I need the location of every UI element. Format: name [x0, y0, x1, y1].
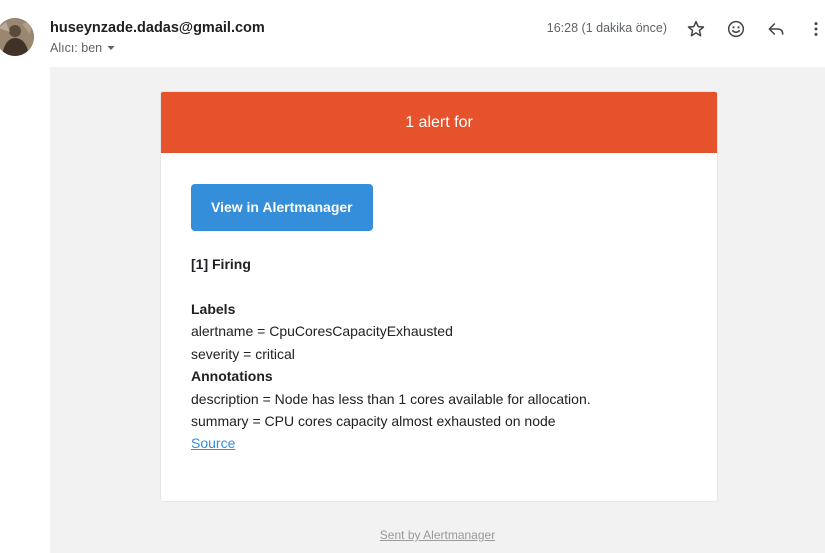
alert-card: 1 alert for View in Alertmanager [1] Fir… — [160, 91, 718, 502]
labels-heading: Labels — [191, 301, 236, 317]
message-body: 1 alert for View in Alertmanager [1] Fir… — [50, 67, 825, 553]
recipient-label: Alıcı: ben — [50, 41, 103, 55]
more-vert-icon[interactable] — [804, 17, 825, 41]
annotation-summary: summary = CPU cores capacity almost exha… — [191, 413, 556, 430]
emoji-icon[interactable] — [724, 17, 748, 41]
chevron-down-icon — [106, 43, 116, 53]
alert-banner-text: 1 alert for — [405, 113, 473, 131]
email-footer: Sent by Alertmanager — [50, 528, 825, 542]
view-in-alertmanager-button[interactable]: View in Alertmanager — [191, 184, 373, 231]
alert-banner: 1 alert for — [161, 92, 717, 153]
alert-content: View in Alertmanager [1] Firing Labels a… — [161, 153, 717, 455]
reply-icon[interactable] — [764, 17, 788, 41]
firing-heading: [1] Firing — [191, 256, 251, 272]
source-link[interactable]: Source — [191, 435, 235, 451]
message-header: huseynzade.dadas@gmail.com Alıcı: ben 16… — [0, 0, 825, 67]
label-alertname: alertname = CpuCoresCapacityExhausted — [191, 323, 453, 340]
star-icon[interactable] — [684, 17, 708, 41]
annotations-heading: Annotations — [191, 368, 273, 385]
avatar[interactable] — [0, 18, 34, 56]
sent-by-alertmanager-link[interactable]: Sent by Alertmanager — [380, 528, 495, 542]
sender-email[interactable]: huseynzade.dadas@gmail.com — [50, 20, 265, 36]
annotation-description: description = Node has less than 1 cores… — [191, 390, 591, 407]
message-timestamp: 16:28 (1 dakika önce) — [546, 21, 667, 35]
label-severity: severity = critical — [191, 345, 295, 362]
recipient-details-toggle[interactable]: Alıcı: ben — [50, 41, 116, 55]
